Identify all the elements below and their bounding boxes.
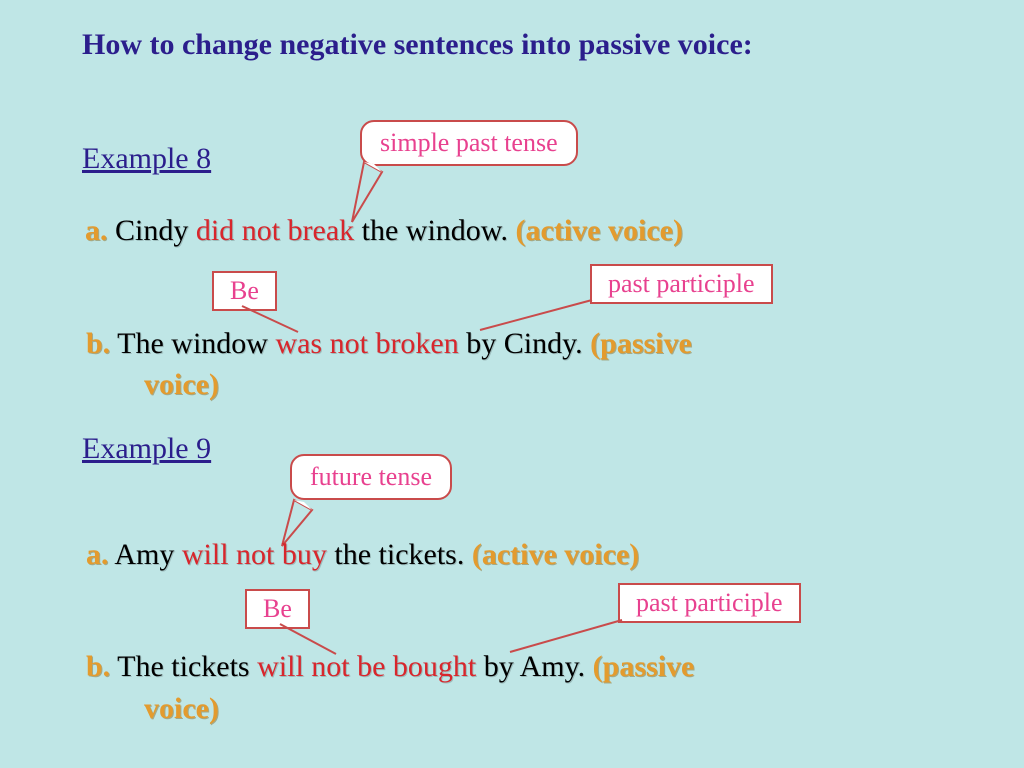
bullet-8a: a.	[85, 214, 108, 247]
text-9a-pre: Amy	[109, 538, 182, 571]
sentence-8b: b. The window was not broken by Cindy. (…	[86, 327, 692, 361]
voice-8b-line2: voice)	[144, 368, 219, 402]
sentence-8a: a. Cindy did not break the window. (acti…	[85, 214, 683, 248]
verb-9b: will not be bought	[257, 650, 476, 683]
text-8a-pre: Cindy	[108, 214, 196, 247]
voice-9a: (active voice)	[472, 538, 639, 571]
verb-8b: was not broken	[275, 327, 458, 360]
verb-8a: did not break	[196, 214, 354, 247]
text-9a-post: the tickets.	[327, 538, 472, 571]
past-participle-box-8: past participle	[590, 264, 773, 304]
bullet-9b: b.	[86, 650, 110, 683]
text-9b-pre: The tickets	[110, 650, 257, 683]
tense-callout-9: future tense	[290, 454, 452, 500]
sentence-9b: b. The tickets will not be bought by Amy…	[86, 650, 694, 684]
voice-8a: (active voice)	[516, 214, 683, 247]
voice-9b-line2: voice)	[144, 692, 219, 726]
example9-label: Example 9	[82, 432, 211, 466]
be-box-8: Be	[212, 271, 277, 311]
bullet-8b: b.	[86, 327, 110, 360]
voice-9b: (passive	[593, 650, 695, 683]
tense-callout-8: simple past tense	[360, 120, 578, 166]
text-9b-post: by Amy.	[476, 650, 592, 683]
bullet-9a: a.	[86, 538, 109, 571]
text-8b-pre: The window	[110, 327, 275, 360]
voice-8b: (passive	[590, 327, 692, 360]
text-8b-post: by Cindy.	[459, 327, 590, 360]
be-box-9: Be	[245, 589, 310, 629]
example8-label: Example 8	[82, 142, 211, 176]
sentence-9a: a. Amy will not buy the tickets. (active…	[86, 538, 639, 572]
verb-9a: will not buy	[182, 538, 327, 571]
text-8a-post: the window.	[354, 214, 515, 247]
past-participle-box-9: past participle	[618, 583, 801, 623]
page-title: How to change negative sentences into pa…	[82, 28, 753, 62]
